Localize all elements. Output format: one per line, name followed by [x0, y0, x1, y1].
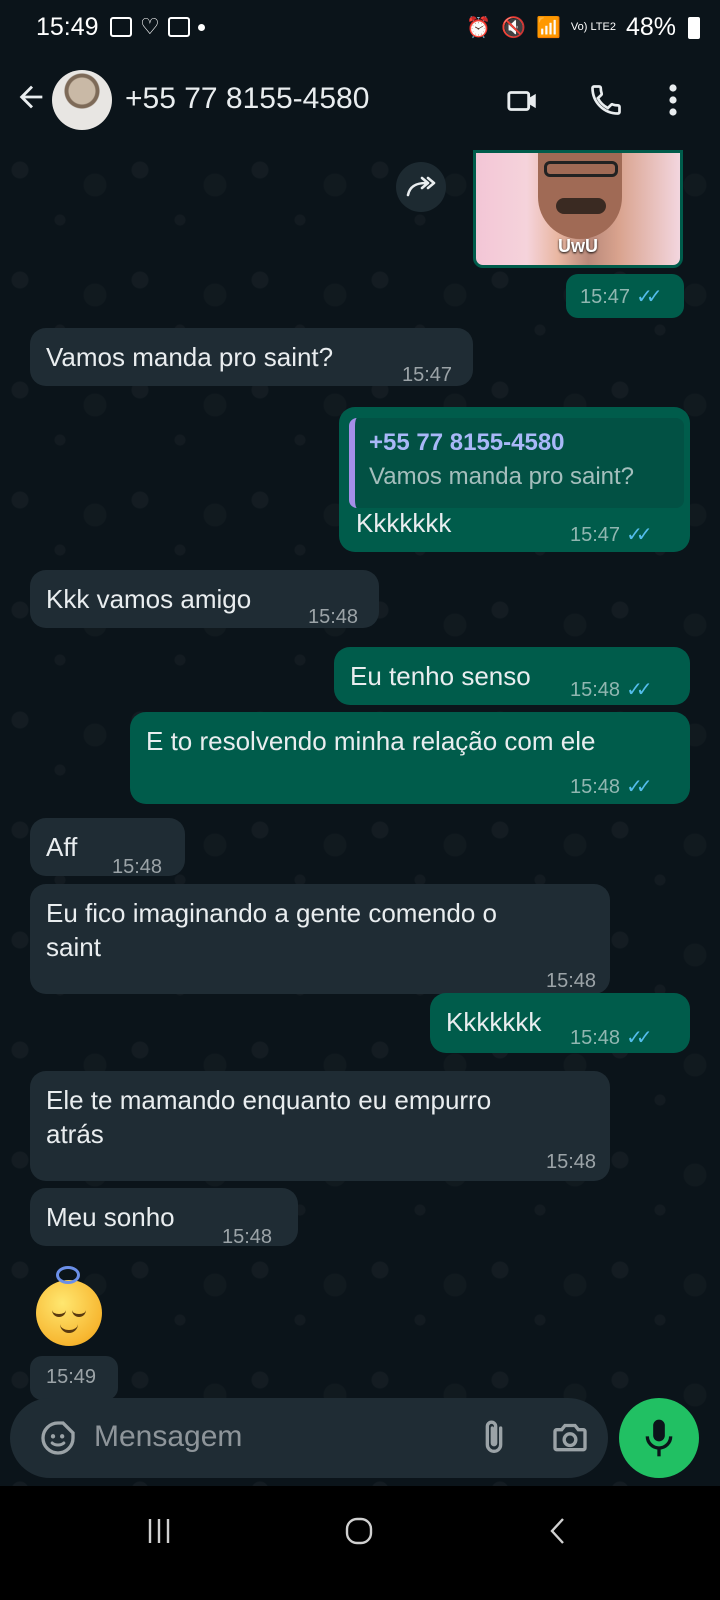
- recents-icon[interactable]: [144, 1516, 174, 1546]
- message-time: 15:47: [402, 364, 453, 386]
- status-system-icons: ⏰ 🔇 📶 Vo) LTE2 48%: [466, 13, 700, 42]
- message-text: Ele te mamando enquanto eu empurro: [46, 1085, 492, 1115]
- emoji-eye: [52, 1310, 66, 1317]
- status-bar: 15:49 ♡ ⏰ 🔇 📶 Vo) LTE2 48%: [0, 0, 720, 52]
- gallery-icon: [110, 17, 132, 37]
- chat-header: +55 77 8155-4580: [0, 52, 720, 150]
- message-time: 15:48: [570, 679, 621, 701]
- message-time: 15:48: [308, 606, 359, 628]
- message-time: 15:47: [580, 286, 631, 308]
- message-text: Vamos manda pro saint?: [46, 342, 334, 372]
- attach-icon[interactable]: [474, 1418, 514, 1458]
- message-text: Kkkkkkk: [356, 508, 452, 538]
- status-time: 15:49: [36, 13, 99, 41]
- emoji-time-bubble: 15:49: [30, 1356, 118, 1400]
- forward-button[interactable]: [396, 162, 446, 212]
- image-time-bubble: 15:47 ✓✓: [566, 274, 684, 318]
- sticker-icon[interactable]: [38, 1418, 78, 1458]
- message-outgoing[interactable]: Eu tenho senso 15:48 ✓✓: [334, 647, 690, 705]
- status-notification-icons: ♡: [110, 16, 205, 38]
- battery-level: 48%: [625, 13, 676, 41]
- more-vert-icon[interactable]: [668, 82, 678, 118]
- message-text: Eu tenho senso: [350, 661, 531, 691]
- message-text: Meu sonho: [46, 1202, 175, 1232]
- message-text: Aff: [46, 832, 78, 862]
- emoji-eye: [72, 1310, 86, 1317]
- read-ticks-icon: ✓✓: [636, 286, 662, 308]
- message-incoming[interactable]: Eu fico imaginando a gente comendo o sai…: [30, 884, 610, 994]
- voicemail-icon: [167, 17, 190, 37]
- message-input-bar: Mensagem: [10, 1398, 608, 1478]
- message-incoming[interactable]: Vamos manda pro saint? 15:47: [30, 328, 473, 386]
- read-ticks-icon: ✓✓: [626, 1027, 652, 1049]
- message-time: 15:48: [222, 1226, 273, 1248]
- quote-author: +55 77 8155-4580: [369, 429, 565, 456]
- message-input[interactable]: Mensagem: [94, 1420, 242, 1454]
- innocent-face-emoji[interactable]: [36, 1266, 102, 1346]
- message-meta: 15:48 ✓✓: [570, 673, 652, 707]
- message-time: 15:49: [46, 1366, 97, 1388]
- message-text: Kkkkkkk: [446, 1007, 542, 1037]
- message-time: 15:48: [112, 856, 163, 878]
- contact-avatar[interactable]: [52, 70, 112, 130]
- message-incoming[interactable]: Aff 15:48: [30, 818, 185, 878]
- mic-icon: [645, 1419, 673, 1457]
- message-text: atrás: [46, 1119, 104, 1149]
- video-call-icon[interactable]: [504, 84, 542, 118]
- contact-name[interactable]: +55 77 8155-4580: [125, 82, 369, 116]
- message-time: 15:48: [570, 1027, 621, 1049]
- quote-text: Vamos manda pro saint?: [369, 463, 635, 490]
- message-time: 15:48: [570, 776, 621, 798]
- emoji-mouth: [60, 1324, 78, 1333]
- message-outgoing[interactable]: Kkkkkkk 15:48 ✓✓: [430, 993, 690, 1053]
- message-meta: 15:48 ✓✓: [570, 1021, 652, 1055]
- message-incoming[interactable]: Meu sonho 15:48: [30, 1188, 298, 1248]
- photo-glasses: [544, 161, 618, 177]
- read-ticks-icon: ✓✓: [626, 776, 652, 798]
- nav-back-icon[interactable]: [544, 1516, 574, 1546]
- message-text: Eu fico imaginando a gente comendo o: [46, 898, 497, 928]
- read-ticks-icon: ✓✓: [626, 524, 652, 546]
- battery-icon: [688, 16, 700, 39]
- system-nav-bar: [0, 1486, 720, 1600]
- mute-icon: 🔇: [501, 17, 526, 39]
- camera-icon[interactable]: [550, 1418, 590, 1458]
- message-meta: 15:48 ✓✓: [570, 770, 652, 804]
- message-incoming[interactable]: Ele te mamando enquanto eu empurro atrás…: [30, 1071, 610, 1181]
- message-text: saint: [46, 932, 101, 962]
- alarm-icon: ⏰: [466, 17, 492, 39]
- message-meta: 15:47 ✓✓: [570, 522, 652, 547]
- phone-icon[interactable]: [588, 82, 624, 118]
- halo: [56, 1266, 80, 1284]
- photo-mustache: [556, 198, 606, 214]
- message-text: Kkk vamos amigo: [46, 584, 252, 614]
- message-meta: 15:47 ✓✓: [580, 284, 662, 309]
- image-caption: UwU: [558, 236, 598, 256]
- message-text: E to resolvendo minha relação com ele: [146, 726, 596, 756]
- message-outgoing[interactable]: E to resolvendo minha relação com ele 15…: [130, 712, 690, 804]
- quoted-message[interactable]: +55 77 8155-4580 Vamos manda pro saint?: [349, 418, 684, 508]
- network-label: Vo) LTE2: [570, 21, 616, 33]
- home-icon[interactable]: [344, 1516, 374, 1546]
- message-time: 15:48: [546, 1151, 597, 1173]
- wifi-icon: 📶: [536, 17, 561, 39]
- voice-record-button[interactable]: [619, 1398, 699, 1478]
- more-notifications-icon: [197, 23, 205, 31]
- image-message[interactable]: UwU: [473, 150, 683, 268]
- message-incoming[interactable]: Kkk vamos amigo 15:48: [30, 570, 379, 628]
- message-time: 15:47: [570, 524, 621, 546]
- heart-icon: ♡: [140, 14, 160, 39]
- read-ticks-icon: ✓✓: [626, 679, 652, 701]
- forward-icon: [406, 176, 436, 197]
- back-arrow-icon[interactable]: [14, 80, 48, 114]
